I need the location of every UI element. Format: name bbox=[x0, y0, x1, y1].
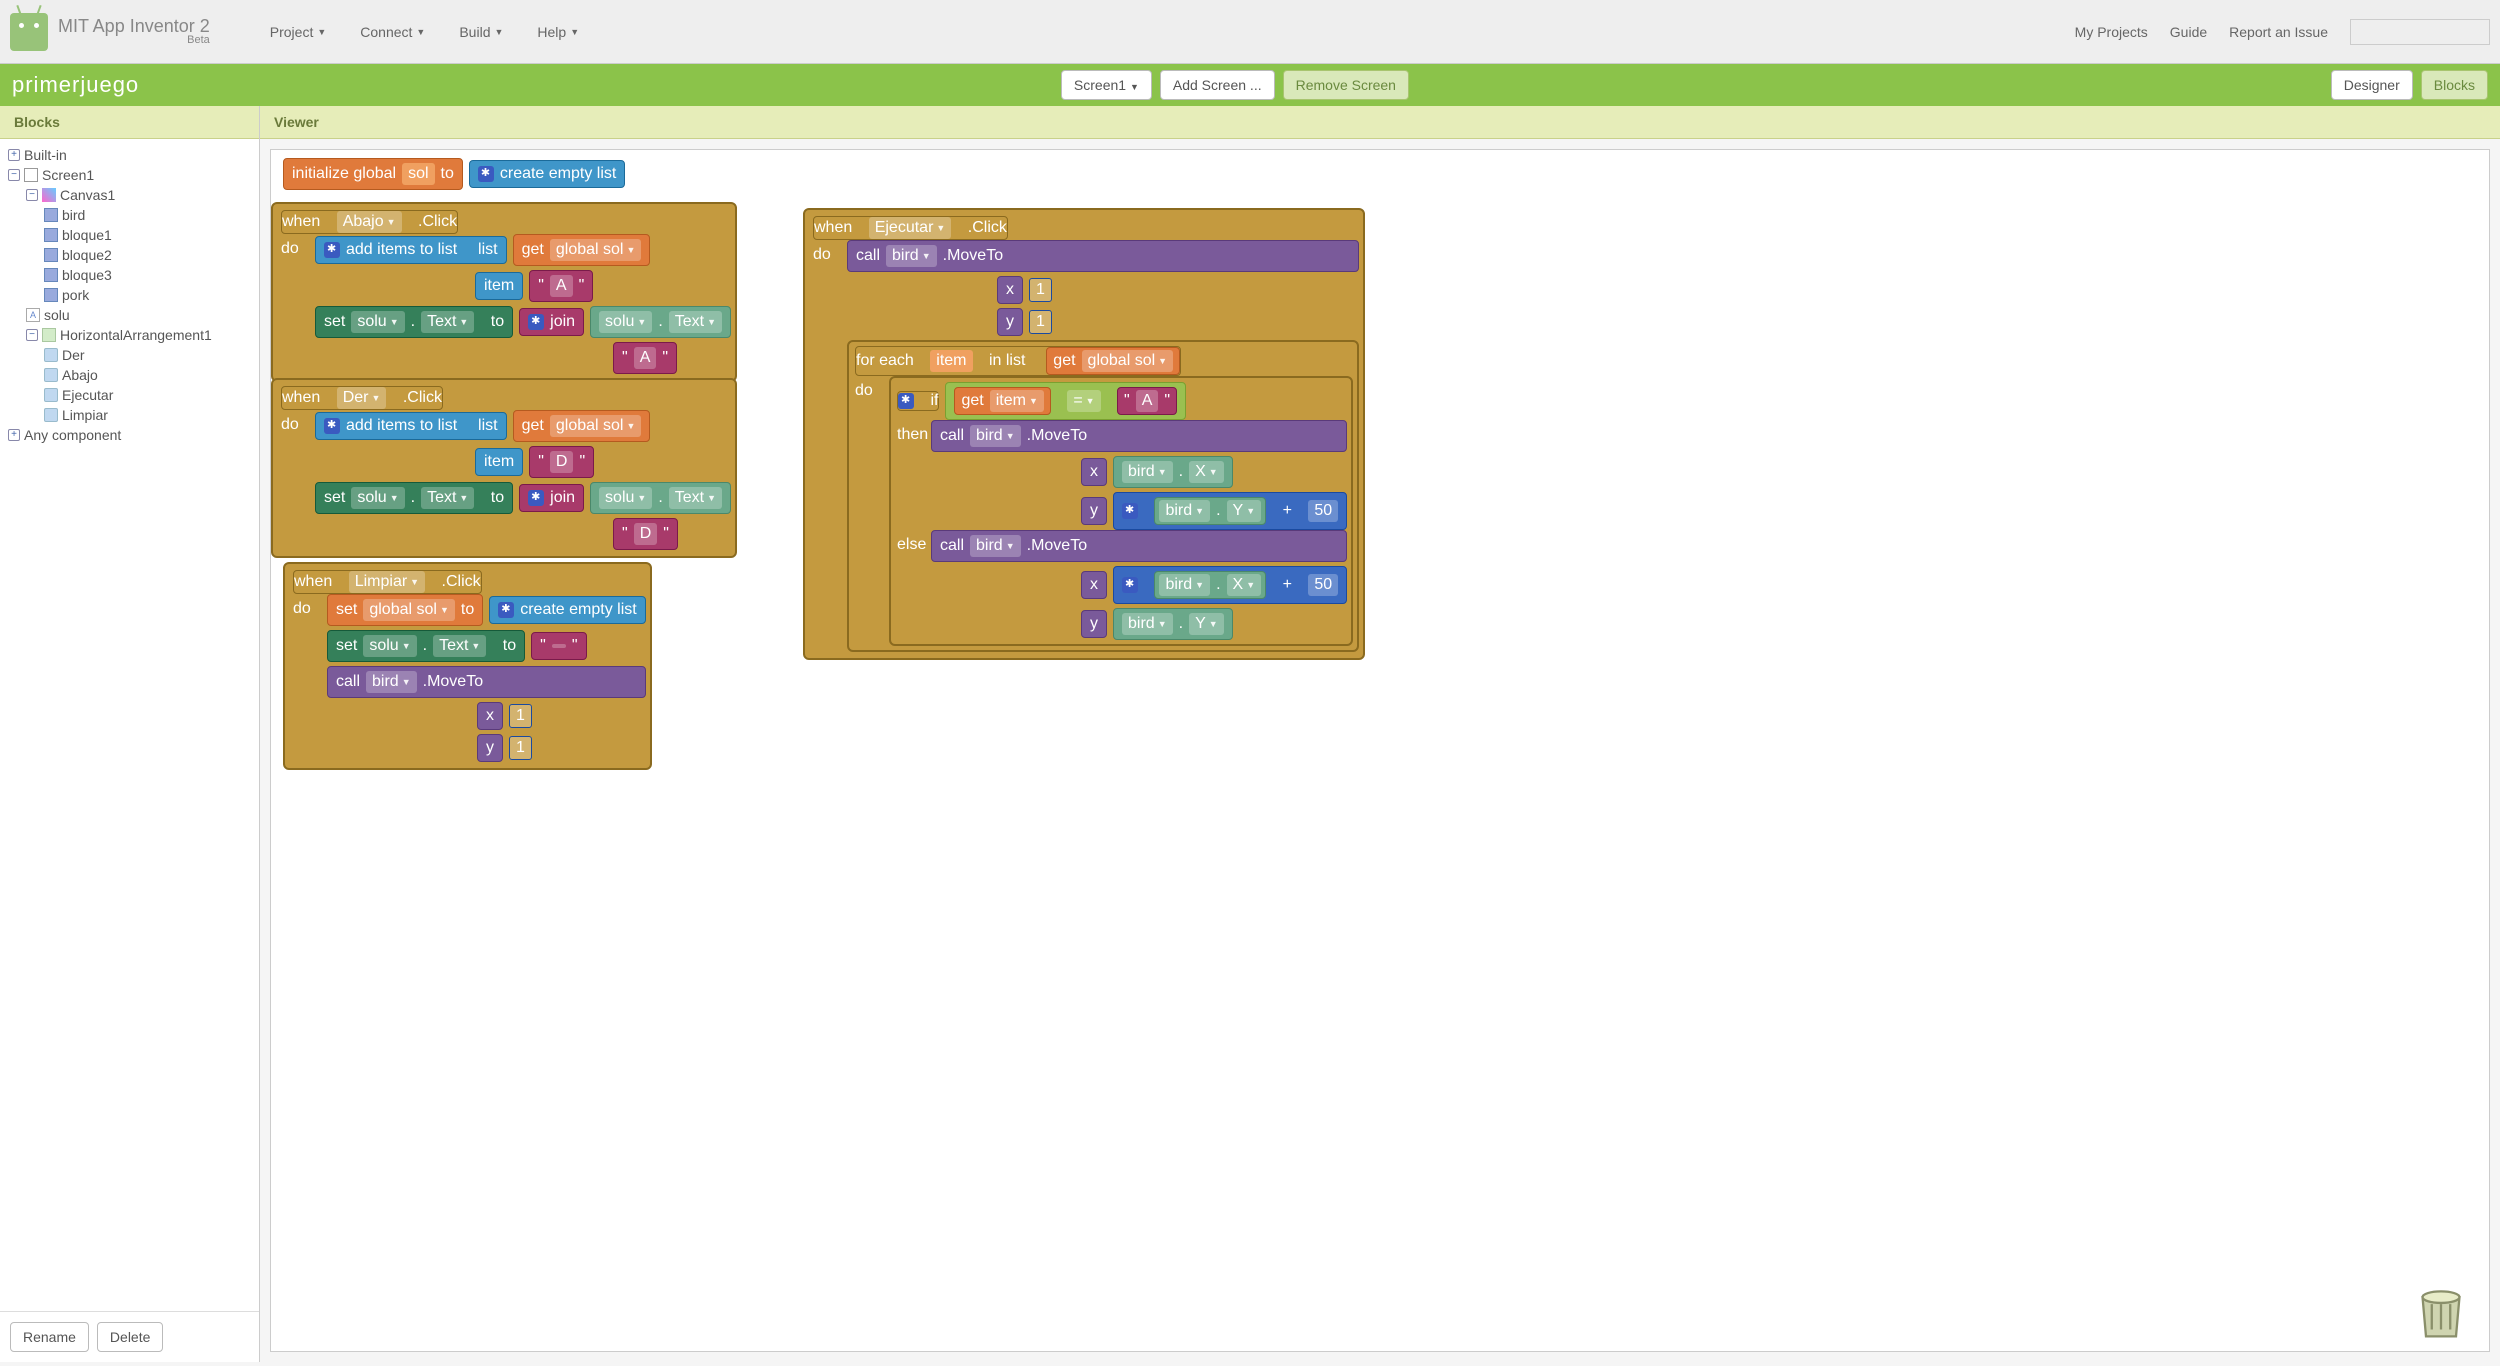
right-menu: My Projects Guide Report an Issue bbox=[2075, 19, 2490, 45]
chevron-down-icon: ▼ bbox=[416, 27, 425, 37]
app-logo bbox=[10, 13, 48, 51]
expand-icon[interactable]: + bbox=[8, 429, 20, 441]
gear-icon[interactable] bbox=[498, 602, 514, 618]
tree-any-component[interactable]: +Any component bbox=[8, 425, 251, 445]
top-bar: MIT App Inventor 2 Beta Project▼ Connect… bbox=[0, 0, 2500, 64]
button-icon bbox=[44, 348, 58, 362]
chevron-down-icon: ▼ bbox=[494, 27, 503, 37]
canvas-icon bbox=[42, 188, 56, 202]
trash-icon[interactable] bbox=[2413, 1281, 2469, 1341]
tree-screen1[interactable]: −Screen1 bbox=[8, 165, 251, 185]
block-initialize-global[interactable]: initialize globalsolto create empty list bbox=[283, 158, 625, 190]
tree-sprite-bloque1[interactable]: bloque1 bbox=[8, 225, 251, 245]
sprite-icon bbox=[44, 248, 58, 262]
tree-horizontal-arrangement[interactable]: −HorizontalArrangement1 bbox=[8, 325, 251, 345]
gear-icon[interactable] bbox=[898, 393, 914, 409]
add-screen-button[interactable]: Add Screen ... bbox=[1160, 70, 1275, 100]
menu-connect[interactable]: Connect▼ bbox=[360, 24, 425, 40]
gear-icon[interactable] bbox=[324, 418, 340, 434]
app-title-block: MIT App Inventor 2 Beta bbox=[58, 17, 210, 46]
collapse-icon[interactable]: − bbox=[26, 329, 38, 341]
language-select[interactable] bbox=[2350, 19, 2490, 45]
button-icon bbox=[44, 368, 58, 382]
sprite-icon bbox=[44, 228, 58, 242]
tree-sprite-bloque3[interactable]: bloque3 bbox=[8, 265, 251, 285]
blocks-canvas[interactable]: initialize globalsolto create empty list… bbox=[270, 149, 2490, 1352]
screen-select[interactable]: Screen1 ▼ bbox=[1061, 70, 1152, 100]
project-name: primerjuego bbox=[12, 72, 139, 98]
arrangement-icon bbox=[42, 328, 56, 342]
button-icon bbox=[44, 408, 58, 422]
main-panel: Viewer initialize globalsolto create emp… bbox=[260, 106, 2500, 1362]
sidebar-actions: Rename Delete bbox=[0, 1311, 259, 1362]
viewer-title: Viewer bbox=[260, 106, 2500, 139]
sprite-icon bbox=[44, 268, 58, 282]
screen-icon bbox=[24, 168, 38, 182]
gear-icon[interactable] bbox=[1122, 577, 1138, 593]
menu-help[interactable]: Help▼ bbox=[537, 24, 579, 40]
block-for-each[interactable]: for each item in list getglobal sol▼ do … bbox=[847, 340, 1359, 652]
sidebar-title: Blocks bbox=[0, 106, 259, 139]
expand-icon[interactable]: + bbox=[8, 149, 20, 161]
app-title: MIT App Inventor 2 bbox=[58, 16, 210, 36]
block-when-der-click[interactable]: when Der▼ .Click do add items to list li… bbox=[271, 378, 737, 558]
gear-icon[interactable] bbox=[478, 166, 494, 182]
delete-button[interactable]: Delete bbox=[97, 1322, 163, 1352]
block-if[interactable]: if getitem▼ =▼ "A" then callbird▼.MoveTo bbox=[889, 376, 1353, 646]
main-menu: Project▼ Connect▼ Build▼ Help▼ bbox=[270, 24, 579, 40]
link-guide[interactable]: Guide bbox=[2170, 24, 2207, 40]
sprite-icon bbox=[44, 288, 58, 302]
remove-screen-button[interactable]: Remove Screen bbox=[1283, 70, 1409, 100]
blocks-button[interactable]: Blocks bbox=[2421, 70, 2488, 100]
tree-sprite-bird[interactable]: bird bbox=[8, 205, 251, 225]
blocks-tree: +Built-in −Screen1 −Canvas1 bird bloque1… bbox=[0, 139, 259, 1311]
tree-canvas1[interactable]: −Canvas1 bbox=[8, 185, 251, 205]
chevron-down-icon: ▼ bbox=[317, 27, 326, 37]
collapse-icon[interactable]: − bbox=[8, 169, 20, 181]
block-when-ejecutar-click[interactable]: when Ejecutar▼ .Click do callbird▼.MoveT… bbox=[803, 208, 1365, 660]
gear-icon[interactable] bbox=[528, 490, 544, 506]
tree-label-solu[interactable]: Asolu bbox=[8, 305, 251, 325]
project-toolbar: primerjuego Screen1 ▼ Add Screen ... Rem… bbox=[0, 64, 2500, 106]
gear-icon[interactable] bbox=[528, 314, 544, 330]
label-icon: A bbox=[26, 308, 40, 322]
chevron-down-icon: ▼ bbox=[1130, 82, 1139, 92]
tree-button-limpiar[interactable]: Limpiar bbox=[8, 405, 251, 425]
gear-icon[interactable] bbox=[324, 242, 340, 258]
gear-icon[interactable] bbox=[1122, 503, 1138, 519]
beta-label: Beta bbox=[58, 35, 210, 46]
tree-sprite-pork[interactable]: pork bbox=[8, 285, 251, 305]
menu-project[interactable]: Project▼ bbox=[270, 24, 327, 40]
rename-button[interactable]: Rename bbox=[10, 1322, 89, 1352]
link-report-issue[interactable]: Report an Issue bbox=[2229, 24, 2328, 40]
tree-builtin[interactable]: +Built-in bbox=[8, 145, 251, 165]
chevron-down-icon: ▼ bbox=[570, 27, 579, 37]
tree-sprite-bloque2[interactable]: bloque2 bbox=[8, 245, 251, 265]
collapse-icon[interactable]: − bbox=[26, 189, 38, 201]
menu-build[interactable]: Build▼ bbox=[459, 24, 503, 40]
tree-button-abajo[interactable]: Abajo bbox=[8, 365, 251, 385]
tree-button-ejecutar[interactable]: Ejecutar bbox=[8, 385, 251, 405]
button-icon bbox=[44, 388, 58, 402]
block-when-abajo-click[interactable]: when Abajo▼ .Click do add items to list … bbox=[271, 202, 737, 382]
blocks-sidebar: Blocks +Built-in −Screen1 −Canvas1 bird … bbox=[0, 106, 260, 1362]
link-my-projects[interactable]: My Projects bbox=[2075, 24, 2148, 40]
designer-button[interactable]: Designer bbox=[2331, 70, 2413, 100]
tree-button-der[interactable]: Der bbox=[8, 345, 251, 365]
block-when-limpiar-click[interactable]: when Limpiar▼ .Click do setglobal sol▼to… bbox=[283, 562, 652, 770]
sprite-icon bbox=[44, 208, 58, 222]
